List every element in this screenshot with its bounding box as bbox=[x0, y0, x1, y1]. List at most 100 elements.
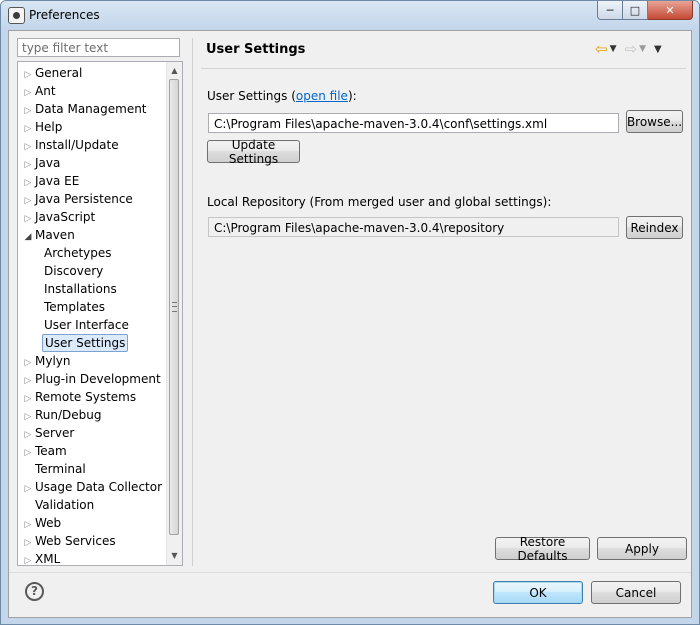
tree-item[interactable]: ▷ Team bbox=[23, 442, 69, 460]
collapse-arrow-icon[interactable]: ◢ bbox=[23, 228, 33, 246]
tree-item-label: Web Services bbox=[35, 534, 116, 548]
preferences-window: Preferences ─ □ ✕ ▷General▷Ant▷Data Mana… bbox=[0, 0, 700, 625]
tree-item[interactable]: ▷ Java bbox=[23, 154, 62, 172]
minimize-icon: ─ bbox=[606, 3, 614, 17]
tree-item-label: User Settings bbox=[42, 334, 129, 352]
tree-item[interactable]: ▷ Usage Data Collector bbox=[23, 478, 164, 496]
tree-item-label: XML bbox=[35, 552, 61, 566]
title-bar[interactable]: Preferences ─ □ ✕ bbox=[1, 1, 699, 29]
tree-item[interactable]: ▷ Install/Update bbox=[23, 136, 121, 154]
tree-item[interactable]: Terminal bbox=[23, 460, 88, 478]
page-title: User Settings bbox=[206, 42, 306, 57]
dialog-body: ▷General▷Ant▷Data Management▷Help▷Instal… bbox=[8, 30, 692, 618]
tree-item[interactable]: Validation bbox=[23, 496, 96, 514]
header-separator bbox=[201, 68, 686, 69]
tree-item[interactable]: ◢ Maven bbox=[23, 226, 77, 244]
ok-button[interactable]: OK bbox=[493, 581, 583, 604]
tree-item-label: Java bbox=[35, 156, 61, 170]
apply-button[interactable]: Apply bbox=[597, 537, 687, 560]
tree-item-label: Templates bbox=[44, 300, 106, 314]
tree-scrollbar[interactable]: ▲ ▼ bbox=[166, 62, 182, 565]
tree-item[interactable]: ▷ Web Services bbox=[23, 532, 118, 550]
tree-item[interactable]: Installations bbox=[42, 280, 119, 298]
tree-item-label: Plug-in Development bbox=[35, 372, 161, 386]
tree-item-label: Installations bbox=[44, 282, 117, 296]
tree-item-label: Usage Data Collector bbox=[35, 480, 163, 494]
tree-item-label: Install/Update bbox=[35, 138, 119, 152]
tree-item[interactable]: User Interface bbox=[42, 316, 131, 334]
tree-item-label: Ant bbox=[35, 84, 56, 98]
open-file-link[interactable]: open file bbox=[296, 89, 348, 103]
tree-item[interactable]: ▷ Java EE bbox=[23, 172, 81, 190]
tree-item[interactable]: ▷ Mylyn bbox=[23, 352, 73, 370]
tree-item[interactable]: ▷ Server bbox=[23, 424, 76, 442]
restore-defaults-button[interactable]: Restore Defaults bbox=[495, 535, 590, 563]
pane-divider[interactable] bbox=[192, 38, 193, 566]
tree-item[interactable]: ▷ Java Persistence bbox=[23, 190, 135, 208]
tree-item[interactable]: Templates bbox=[42, 298, 107, 316]
tree-item-label: Java EE bbox=[35, 174, 80, 188]
tree-item[interactable]: ▷ Web bbox=[23, 514, 63, 532]
tree-item[interactable]: ▷ Help bbox=[23, 118, 64, 136]
user-settings-label: User Settings (open file): bbox=[207, 89, 357, 103]
tree-item[interactable]: ▷ XML bbox=[23, 550, 62, 566]
tree-item-label: Remote Systems bbox=[35, 390, 137, 404]
tree-item-label: User Interface bbox=[44, 318, 129, 332]
eclipse-app-icon bbox=[8, 7, 25, 24]
help-icon[interactable]: ? bbox=[25, 582, 44, 601]
close-icon: ✕ bbox=[665, 3, 675, 17]
expand-arrow-icon[interactable]: ▷ bbox=[23, 552, 33, 565]
window-controls: ─ □ ✕ bbox=[597, 1, 693, 20]
tree-item[interactable]: ▷ General bbox=[23, 64, 84, 82]
tree-item[interactable]: ▷ Plug-in Development bbox=[23, 370, 163, 388]
close-button[interactable]: ✕ bbox=[648, 1, 693, 20]
scrollbar-thumb[interactable] bbox=[169, 79, 179, 535]
browse-button[interactable]: Browse... bbox=[626, 110, 683, 133]
tree-item-label: Data Management bbox=[35, 102, 147, 116]
back-history-dropdown-icon[interactable]: ▼ bbox=[610, 44, 617, 54]
tree-item[interactable]: ▷ Remote Systems bbox=[23, 388, 138, 406]
view-menu-icon[interactable]: ▼ bbox=[654, 44, 662, 55]
scroll-up-icon[interactable]: ▲ bbox=[167, 63, 182, 78]
footer-separator bbox=[9, 572, 691, 573]
tree-item-label: Validation bbox=[35, 498, 95, 512]
forward-arrow-icon[interactable]: ⇨ bbox=[625, 40, 638, 58]
filter-input[interactable] bbox=[17, 38, 180, 57]
tree-item-label: Terminal bbox=[35, 462, 86, 476]
tree-item[interactable]: Discovery bbox=[42, 262, 105, 280]
tree-item[interactable]: ▷ Ant bbox=[23, 82, 58, 100]
user-settings-path-field[interactable]: C:\Program Files\apache-maven-3.0.4\conf… bbox=[208, 113, 619, 133]
maximize-button[interactable]: □ bbox=[623, 1, 648, 20]
tree-item[interactable]: User Settings bbox=[42, 334, 129, 352]
tree-item[interactable]: ▷ JavaScript bbox=[23, 208, 97, 226]
page-navigation: ⇦ ▼ ⇨ ▼ ▼ bbox=[595, 40, 662, 58]
preference-tree: ▷ General ▷ Ant ▷ Data Management ▷ Help ▷ Instal… bbox=[17, 61, 183, 566]
forward-history-dropdown-icon[interactable]: ▼ bbox=[639, 44, 646, 54]
tree-item-label: General bbox=[35, 66, 83, 80]
update-settings-button[interactable]: Update Settings bbox=[207, 138, 300, 166]
local-repository-path-field: C:\Program Files\apache-maven-3.0.4\repo… bbox=[208, 217, 619, 237]
reindex-button[interactable]: Reindex bbox=[626, 216, 683, 239]
tree-item[interactable]: ▷ Data Management bbox=[23, 100, 149, 118]
cancel-button[interactable]: Cancel bbox=[591, 581, 681, 604]
tree-item-label: Team bbox=[35, 444, 67, 458]
tree-item-label: Run/Debug bbox=[35, 408, 102, 422]
minimize-button[interactable]: ─ bbox=[597, 1, 623, 20]
tree-item-label: Web bbox=[35, 516, 62, 530]
grip-icon bbox=[172, 302, 177, 312]
tree-item-label: Discovery bbox=[44, 264, 104, 278]
tree-item-label: Maven bbox=[35, 228, 75, 242]
tree-item-label: Archetypes bbox=[44, 246, 112, 260]
scroll-down-icon[interactable]: ▼ bbox=[167, 548, 182, 563]
back-arrow-icon[interactable]: ⇦ bbox=[595, 40, 608, 58]
tree-item-label: JavaScript bbox=[35, 210, 96, 224]
user-settings-label-text: User Settings ( bbox=[207, 89, 296, 103]
tree-item-label: Mylyn bbox=[35, 354, 71, 368]
tree-item-label: Java Persistence bbox=[35, 192, 133, 206]
local-repository-label: Local Repository (From merged user and g… bbox=[207, 195, 552, 209]
tree-item[interactable]: ▷ Run/Debug bbox=[23, 406, 104, 424]
user-settings-label-end: ): bbox=[347, 89, 357, 103]
tree-item[interactable]: Archetypes bbox=[42, 244, 114, 262]
maximize-icon: □ bbox=[629, 3, 641, 17]
tree-item-label: Server bbox=[35, 426, 75, 440]
